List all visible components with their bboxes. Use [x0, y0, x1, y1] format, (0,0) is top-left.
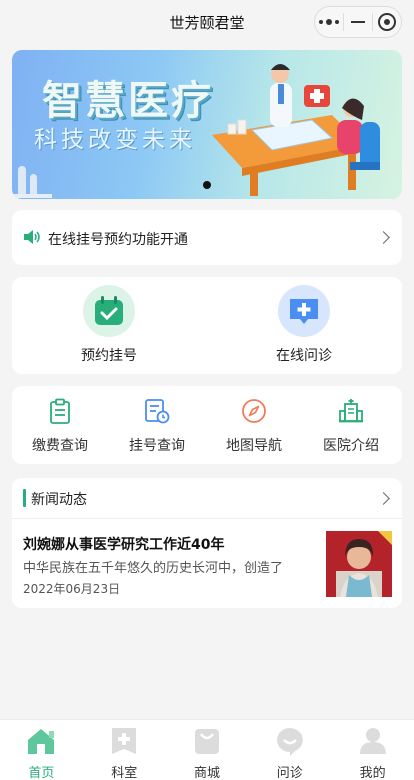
payment-query-label: 缴费查询: [32, 438, 88, 454]
chevron-right-icon: [377, 231, 390, 244]
speaker-icon: [24, 230, 40, 244]
chat-bubble-icon: [276, 728, 303, 756]
tab-mall[interactable]: 商城: [166, 720, 249, 780]
tab-consult-label: 问诊: [276, 766, 303, 780]
tab-home-label: 首页: [28, 766, 55, 780]
section-accent-bar: [23, 489, 26, 507]
more-button[interactable]: [315, 7, 343, 37]
online-consultation-label: 在线问诊: [276, 348, 332, 364]
home-icon: [28, 729, 55, 754]
news-item-title: 刘婉娜从事医学研究工作近40年: [23, 537, 225, 553]
carousel-page-indicator[interactable]: [203, 181, 211, 189]
banner-headline: 智慧医疗: [42, 78, 214, 124]
tab-department[interactable]: 科室: [83, 720, 166, 780]
miniprogram-capsule: [314, 6, 402, 38]
registration-query-button[interactable]: 挂号查询: [112, 396, 202, 455]
user-icon: [359, 728, 386, 754]
map-navigation-label: 地图导航: [226, 438, 282, 454]
payment-query-button[interactable]: 缴费查询: [15, 396, 105, 455]
clipboard-icon: [50, 398, 70, 424]
chevron-right-icon: [377, 492, 390, 505]
tab-mine-label: 我的: [359, 766, 386, 780]
tab-mine[interactable]: 我的: [331, 720, 414, 780]
news-header[interactable]: 新闻动态: [12, 478, 402, 519]
close-app-button[interactable]: [373, 7, 401, 37]
minimize-icon: [351, 21, 365, 23]
minimize-button[interactable]: [344, 7, 372, 37]
appointment-button[interactable]: 预约挂号: [49, 285, 169, 365]
chat-plus-icon: [278, 285, 330, 337]
hospital-intro-button[interactable]: 医院介绍: [306, 396, 396, 455]
compass-icon: [242, 399, 266, 423]
hospital-icon: [339, 399, 363, 423]
tab-consult[interactable]: 问诊: [248, 720, 331, 780]
news-section: 新闻动态 刘婉娜从事医学研究工作近40年 中华民族在五千年悠久的历史长河中，创造…: [12, 478, 402, 608]
banner-carousel[interactable]: 智慧医疗 科技改变未来: [12, 50, 402, 199]
more-dots-icon: [319, 19, 339, 25]
shopping-bag-icon: [194, 729, 219, 754]
cactus-decoration: [12, 166, 52, 198]
tab-mall-label: 商城: [193, 766, 220, 780]
online-consultation-button[interactable]: 在线问诊: [244, 285, 364, 365]
news-section-title: 新闻动态: [31, 492, 87, 508]
news-item-date: 2022年06月23日: [23, 582, 121, 596]
bottom-tab-bar: 首页 科室 商城 问诊 我的: [0, 719, 414, 780]
service-grid: 缴费查询 挂号查询 地图导航 医院介绍: [12, 386, 402, 464]
banner-subline: 科技改变未来: [34, 127, 196, 153]
top-nav-bar: 世芳颐君堂: [0, 0, 414, 44]
target-close-icon: [378, 13, 396, 31]
tab-home[interactable]: 首页: [0, 720, 83, 780]
registration-query-label: 挂号查询: [129, 438, 185, 454]
calendar-check-icon: [83, 285, 135, 337]
announcement-text: 在线挂号预约功能开通: [48, 232, 188, 248]
map-navigation-button[interactable]: 地图导航: [209, 396, 299, 455]
news-thumbnail: [326, 531, 392, 597]
announcement-bar[interactable]: 在线挂号预约功能开通: [12, 210, 402, 265]
hospital-intro-label: 医院介绍: [323, 438, 379, 454]
appointment-label: 预约挂号: [81, 348, 137, 364]
news-item-summary: 中华民族在五千年悠久的历史长河中，创造了: [23, 561, 284, 576]
tab-department-label: 科室: [111, 766, 138, 780]
schedule-icon: [145, 399, 170, 424]
department-icon: [112, 728, 137, 754]
primary-services: 预约挂号 在线问诊: [12, 277, 402, 374]
